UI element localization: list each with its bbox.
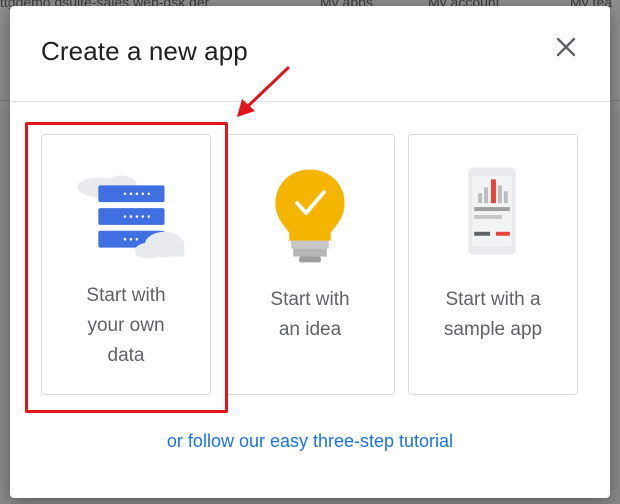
card-label-idea: Start with an idea [236,285,384,345]
annotation-arrow [237,66,290,117]
card-label-sample-app: Start with a sample app [419,285,567,345]
card-start-with-own-data[interactable]: Start with your own data [41,134,211,395]
card-label-line: Start with [86,285,166,306]
server-cloud-icon [77,175,185,259]
title-divider [10,101,610,102]
lightbulb-check-icon [275,169,345,263]
card-label-line: data [107,345,145,366]
close-button[interactable] [553,34,579,60]
close-icon [556,37,576,57]
card-start-with-sample-app[interactable]: Start with a sample app [408,134,578,395]
card-label-line: Start with a [445,289,541,310]
tutorial-link[interactable]: or follow our easy three-step tutorial [10,431,610,452]
card-label-line: your own [87,315,165,336]
card-label-line: sample app [443,319,543,340]
card-label-line: Start with [270,289,350,310]
card-label-line: an idea [278,319,342,340]
card-label-own-data: Start with your own data [52,281,200,371]
card-start-with-idea[interactable]: Start with an idea [225,134,395,395]
create-app-dialog: Create a new app Start with your own dat… [10,6,610,498]
phone-chart-icon [468,167,516,255]
dialog-title: Create a new app [41,36,248,66]
